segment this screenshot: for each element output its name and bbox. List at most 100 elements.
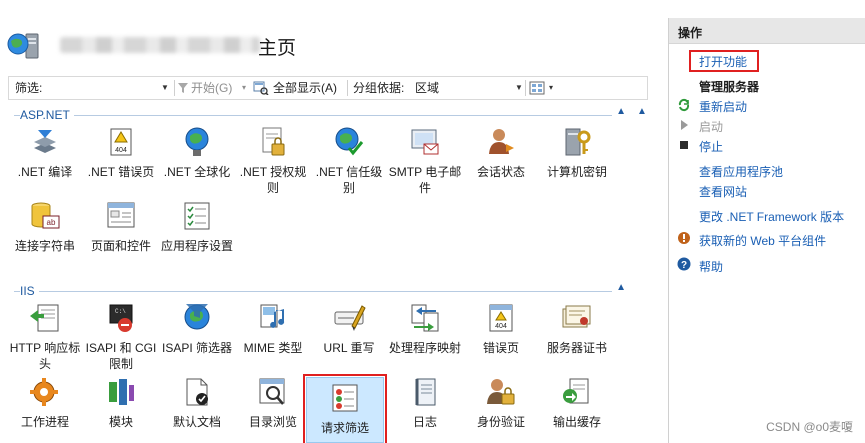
chevron-down-icon[interactable]: ▾ <box>549 77 553 99</box>
chevron-up-icon[interactable]: ▲ <box>616 106 626 117</box>
feature-tile-mime-types[interactable]: MIME 类型 <box>235 302 311 356</box>
feature-tile-output-caching[interactable]: 输出缓存 <box>539 376 615 430</box>
tile-label: 请求筛选 <box>320 421 369 435</box>
feature-tile-dotnet-trust-levels[interactable]: .NET 信任级别 <box>311 126 387 196</box>
feature-tile-worker-processes[interactable]: 工作进程 <box>7 376 83 430</box>
toolbar-divider <box>525 80 526 96</box>
tile-label: 工作进程 <box>20 415 69 429</box>
section-aspnet[interactable]: ASP.NET ▲ <box>14 106 626 122</box>
svg-text:404: 404 <box>115 147 127 154</box>
manage-server-heading: 管理服务器 <box>699 80 760 94</box>
change-framework-link[interactable]: 更改 .NET Framework 版本 <box>699 208 844 225</box>
feature-tile-server-certificates[interactable]: 服务器证书 <box>539 302 615 356</box>
toolbar-divider <box>174 80 175 96</box>
isapi-cgi-restrictions-icon: C:\ <box>109 304 133 332</box>
tile-label: .NET 错误页 <box>87 165 155 179</box>
stop-link[interactable]: 停止 <box>699 138 723 155</box>
chevron-down-icon[interactable]: ▼ <box>515 77 523 99</box>
feature-tile-directory-browsing[interactable]: 目录浏览 <box>235 376 311 430</box>
svg-text:ab: ab <box>47 218 56 227</box>
feature-tile-dotnet-authorization[interactable]: .NET 授权规则 <box>235 126 311 196</box>
feature-tile-isapi-cgi-restrictions[interactable]: C:\ ISAPI 和 CGI 限制 <box>83 302 159 372</box>
vertical-scrollbar[interactable]: ▲ <box>636 106 648 443</box>
tile-label: 身份验证 <box>476 415 525 429</box>
toolbar-divider <box>347 80 348 96</box>
view-mode-icon[interactable] <box>529 81 545 95</box>
tile-label: 页面和控件 <box>90 239 151 253</box>
tile-label: .NET 编译 <box>17 165 73 179</box>
feature-tile-logging[interactable]: 日志 <box>387 376 463 430</box>
feature-tile-handler-mappings[interactable]: 处理程序映射 <box>387 302 463 356</box>
tile-label: 日志 <box>412 415 437 429</box>
start-button[interactable]: 开始(G) <box>191 77 232 99</box>
error-pages-icon: 404 <box>489 304 513 332</box>
web-platform-icon <box>678 232 690 244</box>
feature-tile-url-rewrite[interactable]: URL 重写 <box>311 302 387 356</box>
tile-label: .NET 信任级别 <box>315 165 383 195</box>
feature-tile-connection-strings[interactable]: ab 连接字符串 <box>7 200 83 254</box>
section-title: IIS <box>20 284 39 298</box>
directory-browsing-icon <box>259 378 285 405</box>
restart-link[interactable]: 重新启动 <box>699 98 747 115</box>
section-iis[interactable]: IIS ▲ <box>14 282 626 298</box>
page-header: 主页 <box>6 28 646 64</box>
get-web-platform-link[interactable]: 获取新的 Web 平台组件 <box>699 232 826 249</box>
feature-tile-default-document[interactable]: 默认文档 <box>159 376 235 430</box>
feature-tile-session-state[interactable]: 会话状态 <box>463 126 539 180</box>
start-link[interactable]: 启动 <box>699 118 723 135</box>
tile-label: 默认文档 <box>172 415 221 429</box>
logging-icon <box>415 378 436 406</box>
feature-tile-dotnet-compile[interactable]: .NET 编译 <box>7 126 83 180</box>
feature-tile-isapi-filters[interactable]: ISAPI 筛选器 <box>159 302 235 356</box>
filter-input[interactable]: ▼ <box>49 77 169 99</box>
scroll-up-icon[interactable]: ▲ <box>637 106 647 117</box>
feature-tile-request-filtering[interactable]: 请求筛选 <box>303 374 387 443</box>
show-all-button[interactable]: 全部显示(A) <box>273 77 337 99</box>
actions-pane: 操作 打开功能 管理服务器 重新启动 启动 停止 查看应用程序池 查看网站 更改… <box>668 18 865 443</box>
watermark-text: CSDN @o0麦嗄 <box>766 420 853 434</box>
group-by-select[interactable]: 区域 ▼ <box>413 77 523 99</box>
open-feature-link[interactable]: 打开功能 <box>699 53 747 70</box>
tile-label: 输出缓存 <box>552 415 601 429</box>
connection-strings-icon: ab <box>31 202 60 229</box>
url-rewrite-icon <box>334 305 366 331</box>
feature-tile-application-settings[interactable]: 应用程序设置 <box>159 200 235 254</box>
tile-label: ISAPI 和 CGI 限制 <box>85 341 157 371</box>
feature-tile-authentication[interactable]: 身份验证 <box>463 376 539 430</box>
application-settings-icon <box>184 202 210 230</box>
feature-tile-error-pages[interactable]: 404 错误页 <box>463 302 539 356</box>
selected-tile-highlight: 请求筛选 <box>306 377 384 443</box>
machine-key-icon <box>565 128 591 156</box>
smtp-email-icon <box>411 129 439 155</box>
feature-tile-modules[interactable]: 模块 <box>83 376 159 430</box>
request-filtering-icon <box>332 384 358 412</box>
help-link[interactable]: 帮助 <box>699 258 723 275</box>
feature-tile-smtp-email[interactable]: SMTP 电子邮件 <box>387 126 463 196</box>
feature-tile-http-response-headers[interactable]: HTTP 响应标头 <box>7 302 83 372</box>
tile-label: .NET 授权规则 <box>239 165 307 195</box>
feature-tile-dotnet-globalization[interactable]: .NET 全球化 <box>159 126 235 180</box>
features-view: 主页 筛选: ▼ 开始(G) ▾ 全部显示(A) 分组依据: 区域 ▼ ▾ AS… <box>0 0 660 443</box>
tile-label: 模块 <box>108 415 133 429</box>
view-sites-link[interactable]: 查看网站 <box>699 183 747 200</box>
chevron-down-icon[interactable]: ▾ <box>242 77 246 99</box>
feature-tile-machine-key[interactable]: 计算机密钥 <box>539 126 615 180</box>
modules-icon <box>109 379 134 405</box>
tile-label: 计算机密钥 <box>546 165 607 179</box>
worker-processes-icon <box>30 378 58 406</box>
output-caching-icon <box>563 378 589 404</box>
chevron-down-icon[interactable]: ▼ <box>161 77 169 99</box>
view-app-pools-link[interactable]: 查看应用程序池 <box>699 163 783 180</box>
group-by-value: 区域 <box>415 81 440 95</box>
chevron-up-icon[interactable]: ▲ <box>616 282 626 293</box>
tile-label: 错误页 <box>482 341 519 355</box>
group-by-label: 分组依据: <box>353 81 405 95</box>
dotnet-compile-icon <box>34 130 56 153</box>
tile-label: SMTP 电子邮件 <box>388 165 462 195</box>
filter-toolbar: 筛选: ▼ 开始(G) ▾ 全部显示(A) 分组依据: 区域 ▼ ▾ <box>8 76 648 100</box>
actions-header: 操作 <box>669 18 865 44</box>
server-certificates-icon <box>562 305 591 328</box>
feature-tile-pages-controls[interactable]: 页面和控件 <box>83 200 159 254</box>
section-title: ASP.NET <box>20 108 74 122</box>
feature-tile-dotnet-error-pages[interactable]: 404 .NET 错误页 <box>83 126 159 180</box>
